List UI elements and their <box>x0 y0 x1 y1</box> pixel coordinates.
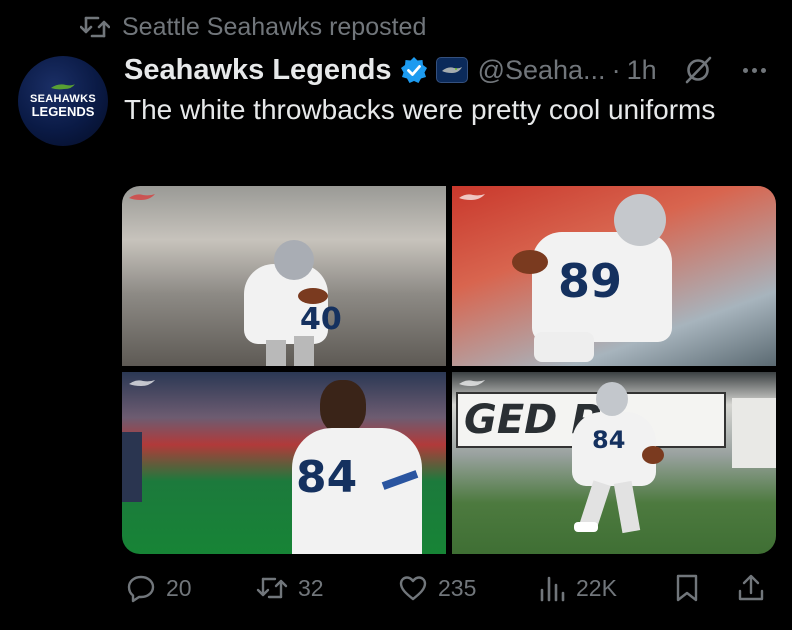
media-image-4[interactable]: GED P! 84 <box>452 372 776 554</box>
views-button[interactable]: 22K <box>538 568 617 608</box>
bookmark-button[interactable] <box>674 568 710 608</box>
reply-icon <box>127 575 155 603</box>
share-button[interactable] <box>736 568 776 608</box>
more-options-icon[interactable] <box>743 67 772 73</box>
media-image-2[interactable]: 89 <box>452 186 776 366</box>
repost-icon <box>256 577 288 599</box>
views-chart-icon <box>540 576 565 602</box>
repost-icon <box>80 16 110 38</box>
verified-badge-icon <box>400 57 427 83</box>
jersey-number-3: 84 <box>296 452 358 503</box>
avatar-line2: LEGENDS <box>31 104 95 119</box>
view-count: 22K <box>576 574 617 601</box>
seahawks-logo-icon <box>459 194 485 200</box>
media-grid: 40 89 84 GED P! 84 <box>122 186 776 554</box>
timestamp[interactable]: 1h <box>627 55 657 86</box>
seahawks-logo-icon <box>129 194 155 200</box>
media-image-1[interactable]: 40 <box>122 186 446 366</box>
seahawks-logo-icon <box>441 67 462 73</box>
separator-dot: · <box>611 54 621 85</box>
share-icon <box>738 574 764 601</box>
avatar[interactable]: SEAHAWKS LEGENDS <box>18 56 108 146</box>
reply-count: 20 <box>166 574 192 601</box>
reply-button[interactable]: 20 <box>126 568 192 608</box>
author-name[interactable]: Seahawks Legends <box>124 54 392 87</box>
heart-icon <box>399 576 427 601</box>
repost-button[interactable]: 32 <box>256 568 324 608</box>
jersey-number-1: 40 <box>300 302 342 337</box>
repost-label: Seattle Seahawks reposted <box>122 12 427 41</box>
affiliate-badge-icon[interactable] <box>435 57 468 83</box>
jersey-number-4: 84 <box>592 426 626 454</box>
seahawks-logo-icon <box>459 380 485 386</box>
like-count: 235 <box>438 574 477 601</box>
repost-count: 32 <box>298 574 324 601</box>
grok-icon[interactable] <box>683 55 713 85</box>
author-handle[interactable]: @Seaha... <box>478 55 606 86</box>
repost-indicator[interactable]: Seattle Seahawks reposted <box>80 12 426 42</box>
jersey-number-2: 89 <box>558 254 623 308</box>
like-button[interactable]: 235 <box>398 568 476 608</box>
tweet-header: Seahawks Legends @Seaha... · 1h <box>124 50 772 90</box>
tweet-text: The white throwbacks were pretty cool un… <box>124 94 716 125</box>
action-bar: 20 32 235 22K <box>122 568 782 608</box>
seahawks-logo-icon <box>129 380 155 386</box>
seahawks-logo-icon <box>51 84 75 90</box>
media-image-3[interactable]: 84 <box>122 372 446 554</box>
bookmark-icon <box>676 574 698 602</box>
